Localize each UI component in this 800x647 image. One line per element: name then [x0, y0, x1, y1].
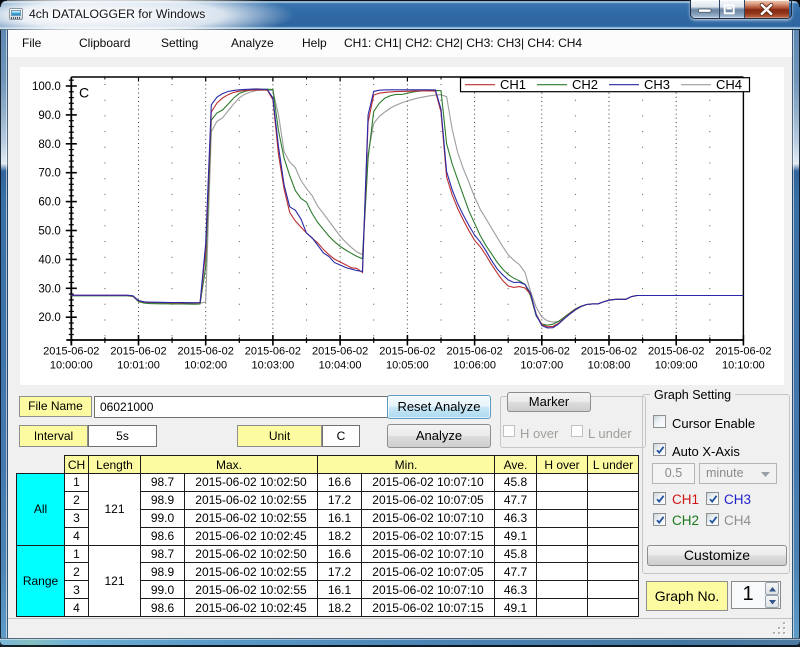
svg-text:10:06:00: 10:06:00	[453, 360, 496, 372]
svg-text:2015-06-02: 2015-06-02	[581, 346, 637, 358]
svg-text:90.0: 90.0	[38, 110, 60, 122]
svg-text:10:08:00: 10:08:00	[588, 360, 631, 372]
svg-text:CH2: CH2	[572, 77, 598, 92]
svg-text:2015-06-02: 2015-06-02	[446, 346, 502, 358]
svg-text:10:01:00: 10:01:00	[117, 360, 160, 372]
svg-text:2015-06-02: 2015-06-02	[648, 346, 704, 358]
svg-text:100.0: 100.0	[32, 81, 61, 93]
svg-text:CH1: CH1	[500, 77, 526, 92]
svg-text:2015-06-02: 2015-06-02	[514, 346, 570, 358]
svg-text:C: C	[79, 85, 89, 101]
svg-text:2015-06-02: 2015-06-02	[312, 346, 368, 358]
svg-text:20.0: 20.0	[38, 312, 60, 324]
svg-text:10:09:00: 10:09:00	[655, 360, 698, 372]
svg-text:10:10:00: 10:10:00	[722, 360, 765, 372]
svg-text:30.0: 30.0	[38, 283, 60, 295]
svg-text:10:07:00: 10:07:00	[520, 360, 563, 372]
svg-text:10:05:00: 10:05:00	[386, 360, 429, 372]
svg-text:10:03:00: 10:03:00	[251, 360, 294, 372]
svg-text:2015-06-02: 2015-06-02	[43, 346, 99, 358]
svg-text:80.0: 80.0	[38, 139, 60, 151]
svg-text:2015-06-02: 2015-06-02	[110, 346, 166, 358]
svg-text:50.0: 50.0	[38, 226, 60, 238]
svg-text:2015-06-02: 2015-06-02	[245, 346, 301, 358]
svg-text:10:00:00: 10:00:00	[50, 360, 93, 372]
svg-text:2015-06-02: 2015-06-02	[379, 346, 435, 358]
svg-text:60.0: 60.0	[38, 197, 60, 209]
svg-text:2015-06-02: 2015-06-02	[715, 346, 771, 358]
svg-text:40.0: 40.0	[38, 254, 60, 266]
svg-text:CH3: CH3	[644, 77, 670, 92]
svg-text:CH4: CH4	[716, 77, 742, 92]
svg-text:70.0: 70.0	[38, 168, 60, 180]
svg-text:10:04:00: 10:04:00	[319, 360, 362, 372]
svg-text:2015-06-02: 2015-06-02	[178, 346, 234, 358]
svg-text:10:02:00: 10:02:00	[184, 360, 227, 372]
